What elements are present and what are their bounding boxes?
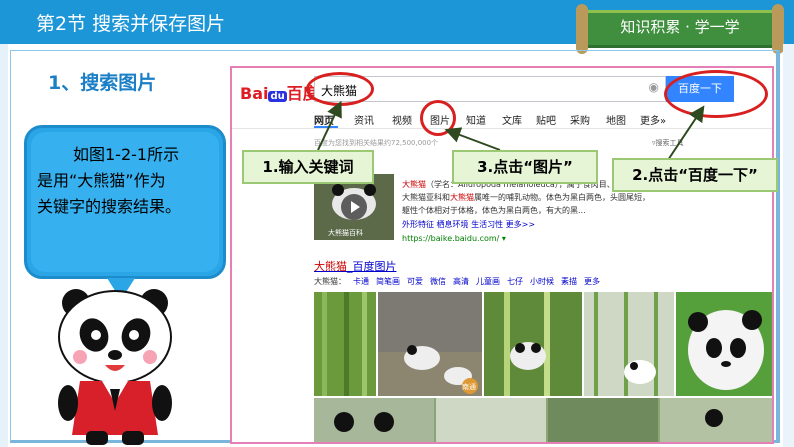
arrow-step1 [317,100,342,151]
annotation-step1: 1.输入关键词 [242,150,374,184]
annotation-step2: 2.点击“百度一下” [612,158,778,192]
arrow-step3 [444,127,501,151]
annotation-arrows [317,100,705,161]
annotation-step3: 3.点击“图片” [452,150,598,184]
arrow-step2 [667,105,705,161]
